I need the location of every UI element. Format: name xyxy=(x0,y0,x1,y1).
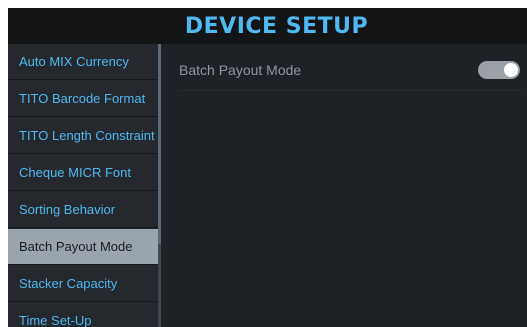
setting-row-batch-payout-mode: Batch Payout Mode xyxy=(179,54,523,91)
toggle-knob xyxy=(504,63,518,77)
sidebar-item-cheque-micr-font[interactable]: Cheque MICR Font xyxy=(8,155,158,191)
sidebar-item-stacker-capacity[interactable]: Stacker Capacity xyxy=(8,266,158,302)
settings-panel: Batch Payout Mode xyxy=(161,44,527,327)
sidebar-item-tito-length-constraint[interactable]: TITO Length Constraint xyxy=(8,118,158,154)
page-title: DEVICE SETUP xyxy=(184,13,369,39)
sidebar-item-batch-payout-mode[interactable]: Batch Payout Mode xyxy=(8,229,158,265)
sidebar-item-label: Auto MIX Currency xyxy=(19,54,129,69)
device-setup-screen: DEVICE SETUP Auto MIX Currency TITO Barc… xyxy=(8,8,527,327)
sidebar-item-label: Sorting Behavior xyxy=(19,202,116,217)
sidebar-item-label: Stacker Capacity xyxy=(19,276,118,291)
sidebar-item-sorting-behavior[interactable]: Sorting Behavior xyxy=(8,192,158,228)
sidebar: Auto MIX Currency TITO Barcode Format TI… xyxy=(8,44,158,327)
sidebar-item-auto-mix-currency[interactable]: Auto MIX Currency xyxy=(8,44,158,80)
sidebar-item-time-set-up[interactable]: Time Set-Up xyxy=(8,303,158,327)
header-bar: DEVICE SETUP xyxy=(8,8,527,44)
sidebar-item-label: Cheque MICR Font xyxy=(19,165,131,180)
sidebar-item-label: TITO Barcode Format xyxy=(19,91,146,106)
sidebar-item-label: Batch Payout Mode xyxy=(19,239,133,254)
sidebar-item-label: TITO Length Constraint xyxy=(19,128,155,143)
batch-payout-mode-toggle[interactable] xyxy=(478,61,520,79)
setting-label: Batch Payout Mode xyxy=(179,62,302,78)
sidebar-item-tito-barcode-format[interactable]: TITO Barcode Format xyxy=(8,81,158,117)
sidebar-item-label: Time Set-Up xyxy=(19,313,92,327)
